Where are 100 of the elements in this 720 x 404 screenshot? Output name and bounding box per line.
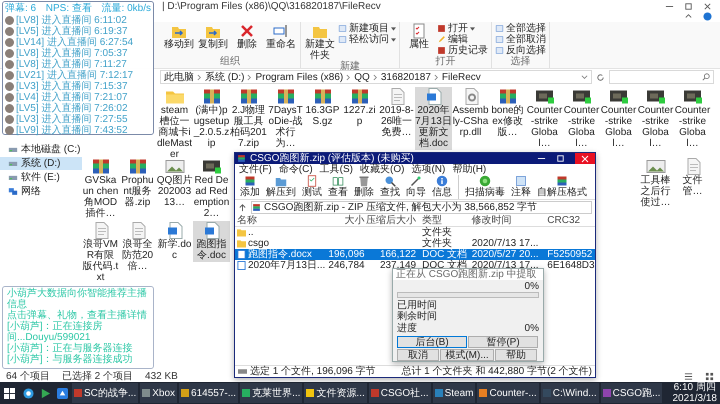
close-button-icon[interactable] xyxy=(575,153,595,164)
file-item[interactable]: 2020年7月13日更新文档.doc xyxy=(415,87,452,150)
dialog-button[interactable]: 后台(B) xyxy=(397,336,467,348)
taskbar-button[interactable]: C:\Wind... xyxy=(540,383,599,403)
dialog-button[interactable]: 帮助 xyxy=(495,349,537,361)
toolbar-button[interactable]: 注释 xyxy=(509,175,533,199)
ribbon-button[interactable]: 重命名 xyxy=(265,23,297,56)
file-item[interactable]: Counter-strike Global… xyxy=(600,87,637,150)
file-item[interactable]: GVSkaun chen角MOD插件… xyxy=(82,157,119,220)
menu-item[interactable]: 命令(C) xyxy=(278,164,313,175)
toolbar-button[interactable]: 向导 xyxy=(404,175,428,199)
file-item[interactable]: Prophunt服务器.zip xyxy=(119,157,156,209)
menu-item[interactable]: 选项(N) xyxy=(411,164,446,175)
dialog-button[interactable]: 暂停(P) xyxy=(468,336,538,348)
breadcrumb-item[interactable]: 系统 (D:) xyxy=(205,72,244,82)
ribbon-button[interactable]: 复制到 xyxy=(197,23,229,56)
details-view-icon[interactable] xyxy=(684,372,693,381)
menu-item[interactable]: 工具(S) xyxy=(320,164,354,175)
file-row[interactable]: .. 文件夹 xyxy=(235,227,595,238)
nav-item[interactable]: 本地磁盘 (C:) xyxy=(0,143,82,156)
nav-item[interactable]: 软件 (E:) xyxy=(0,171,82,184)
play-icon[interactable] xyxy=(40,388,51,398)
taskbar-button[interactable]: SC的战争... xyxy=(72,383,138,403)
file-item[interactable]: (满中)pugsetup_2.0.5.zip xyxy=(193,87,230,150)
taskbar-button[interactable]: Counter-... xyxy=(477,383,539,403)
caret-icon[interactable] xyxy=(581,74,588,80)
file-item[interactable]: Counter-strike Global… xyxy=(674,87,711,150)
file-item[interactable]: 文件管… xyxy=(674,157,711,198)
bird-icon[interactable] xyxy=(57,388,68,398)
breadcrumb-item[interactable]: 此电脑 xyxy=(164,72,194,82)
column-header[interactable]: CRC32 xyxy=(547,215,596,226)
file-item[interactable]: 跑图指令.doc xyxy=(193,221,230,262)
toolbar-button[interactable]: 扫描病毒 xyxy=(463,175,507,199)
breadcrumb-item[interactable]: FileRecv xyxy=(442,72,481,82)
nav-item[interactable]: 网络 xyxy=(0,185,82,198)
toolbar-button[interactable]: 测试 xyxy=(300,175,324,199)
file-item[interactable]: 浪哥全防范20倍… xyxy=(119,221,156,273)
breadcrumb-item[interactable]: 316820187 xyxy=(380,72,431,82)
column-header[interactable]: 类型 xyxy=(416,215,472,226)
ribbon-button[interactable]: 移动到 xyxy=(163,23,195,56)
file-item[interactable]: Assembly-CSharp.dll xyxy=(452,87,489,139)
ribbon-button[interactable]: 删除 xyxy=(231,23,263,56)
file-item[interactable]: 工具棒之后行使过… xyxy=(637,157,674,209)
taskbar-button[interactable]: 文件资源... xyxy=(304,383,367,403)
windows-start-icon[interactable] xyxy=(4,388,15,398)
browser-icon[interactable] xyxy=(23,388,34,398)
address-bar[interactable]: 此电脑 系统 (D:) Program Files (x86) QQ 316820187 FileRecv xyxy=(160,70,592,84)
file-item[interactable]: 16.3GPS.gz xyxy=(304,87,341,128)
toolbar-button[interactable]: 信息 xyxy=(430,175,454,199)
file-row[interactable]: csgo 文件夹 2020/7/13 17... xyxy=(235,238,595,249)
clock[interactable]: 6:10 周四 2021/3/18 xyxy=(672,382,720,404)
ribbon-button[interactable]: 编辑 xyxy=(437,34,488,45)
taskbar-button[interactable]: Xbox xyxy=(140,383,178,403)
maximize-icon[interactable] xyxy=(684,2,693,10)
file-item[interactable]: 1227.zip xyxy=(341,87,378,128)
up-arrow-icon[interactable] xyxy=(238,203,247,212)
file-row[interactable]: 跑图指令.docx 196,096 166,122 DOC 文档 2020/5/27 20... F5250952 xyxy=(235,249,595,260)
toolbar-button[interactable]: 解压到 xyxy=(264,175,298,199)
file-item[interactable]: Counter-strike Global… xyxy=(637,87,674,150)
tiles-view-icon[interactable] xyxy=(705,372,714,381)
refresh-icon[interactable] xyxy=(596,72,605,82)
taskbar-button[interactable]: 克莱世界... xyxy=(240,383,302,403)
file-item[interactable]: bone的ex修改版… xyxy=(489,87,526,139)
file-item[interactable]: 2019-8-26唯一免费… xyxy=(378,87,415,139)
dialog-button[interactable]: 模式(M)... xyxy=(440,349,494,361)
file-item[interactable]: 2.J物理服工具柏码2017.zip xyxy=(230,87,267,150)
taskbar-button[interactable]: 614557-... xyxy=(179,383,238,403)
ribbon-button[interactable]: 属性 xyxy=(403,23,435,56)
toolbar-button[interactable]: 删除 xyxy=(352,175,376,199)
menu-item[interactable]: 帮助(H) xyxy=(452,164,486,175)
taskbar-button[interactable]: CSGO跑... xyxy=(600,383,662,403)
file-item[interactable]: Red Dead Redemption 2… xyxy=(193,157,230,220)
file-item[interactable]: Counter-strike Global… xyxy=(563,87,600,150)
ribbon-button[interactable]: 新建文件夹 xyxy=(304,23,336,61)
toolbar-button[interactable]: 查看 xyxy=(326,175,350,199)
breadcrumb-item[interactable]: QQ xyxy=(354,72,370,82)
menu-item[interactable]: 文件(F) xyxy=(239,164,272,175)
search-field[interactable] xyxy=(609,70,714,84)
toolbar-button[interactable]: 自解压格式 xyxy=(535,175,589,199)
column-header[interactable]: 名称 xyxy=(235,215,328,226)
taskbar-button[interactable]: Steam xyxy=(432,383,476,403)
file-item[interactable]: 浪哥VMR有限版代码.txt xyxy=(82,221,119,284)
ribbon-button[interactable]: 反向选择 xyxy=(495,45,546,56)
file-item[interactable]: Counter-strike Global… xyxy=(526,87,563,150)
toolbar-button[interactable]: 查找 xyxy=(378,175,402,199)
ribbon-button[interactable]: 新建项目 xyxy=(338,23,396,34)
menu-item[interactable]: 收藏夹(O) xyxy=(360,164,404,175)
nav-item[interactable]: 系统 (D:) xyxy=(0,157,82,170)
file-item[interactable]: 新学.doc xyxy=(156,221,193,262)
path-field[interactable]: CSGO跑图新.zip - ZIP 压缩文件, 解包大小为 38,566,852 字节 xyxy=(251,201,592,214)
close-icon[interactable] xyxy=(703,2,712,10)
column-header[interactable]: 大小 xyxy=(328,215,364,226)
column-header[interactable]: 修改时间 xyxy=(472,215,548,226)
ribbon-button[interactable]: 全部取消 xyxy=(495,34,546,45)
column-header[interactable]: 压缩后大小 xyxy=(364,215,416,226)
ribbon-button[interactable]: 全部选择 xyxy=(495,23,546,34)
dialog-button[interactable]: 取消 xyxy=(397,349,439,361)
ribbon-button[interactable]: 历史记录 xyxy=(437,45,488,56)
file-item[interactable]: 7DaysToDie-战术行为… xyxy=(267,87,304,150)
ribbon-button[interactable]: 打开 xyxy=(437,23,488,34)
